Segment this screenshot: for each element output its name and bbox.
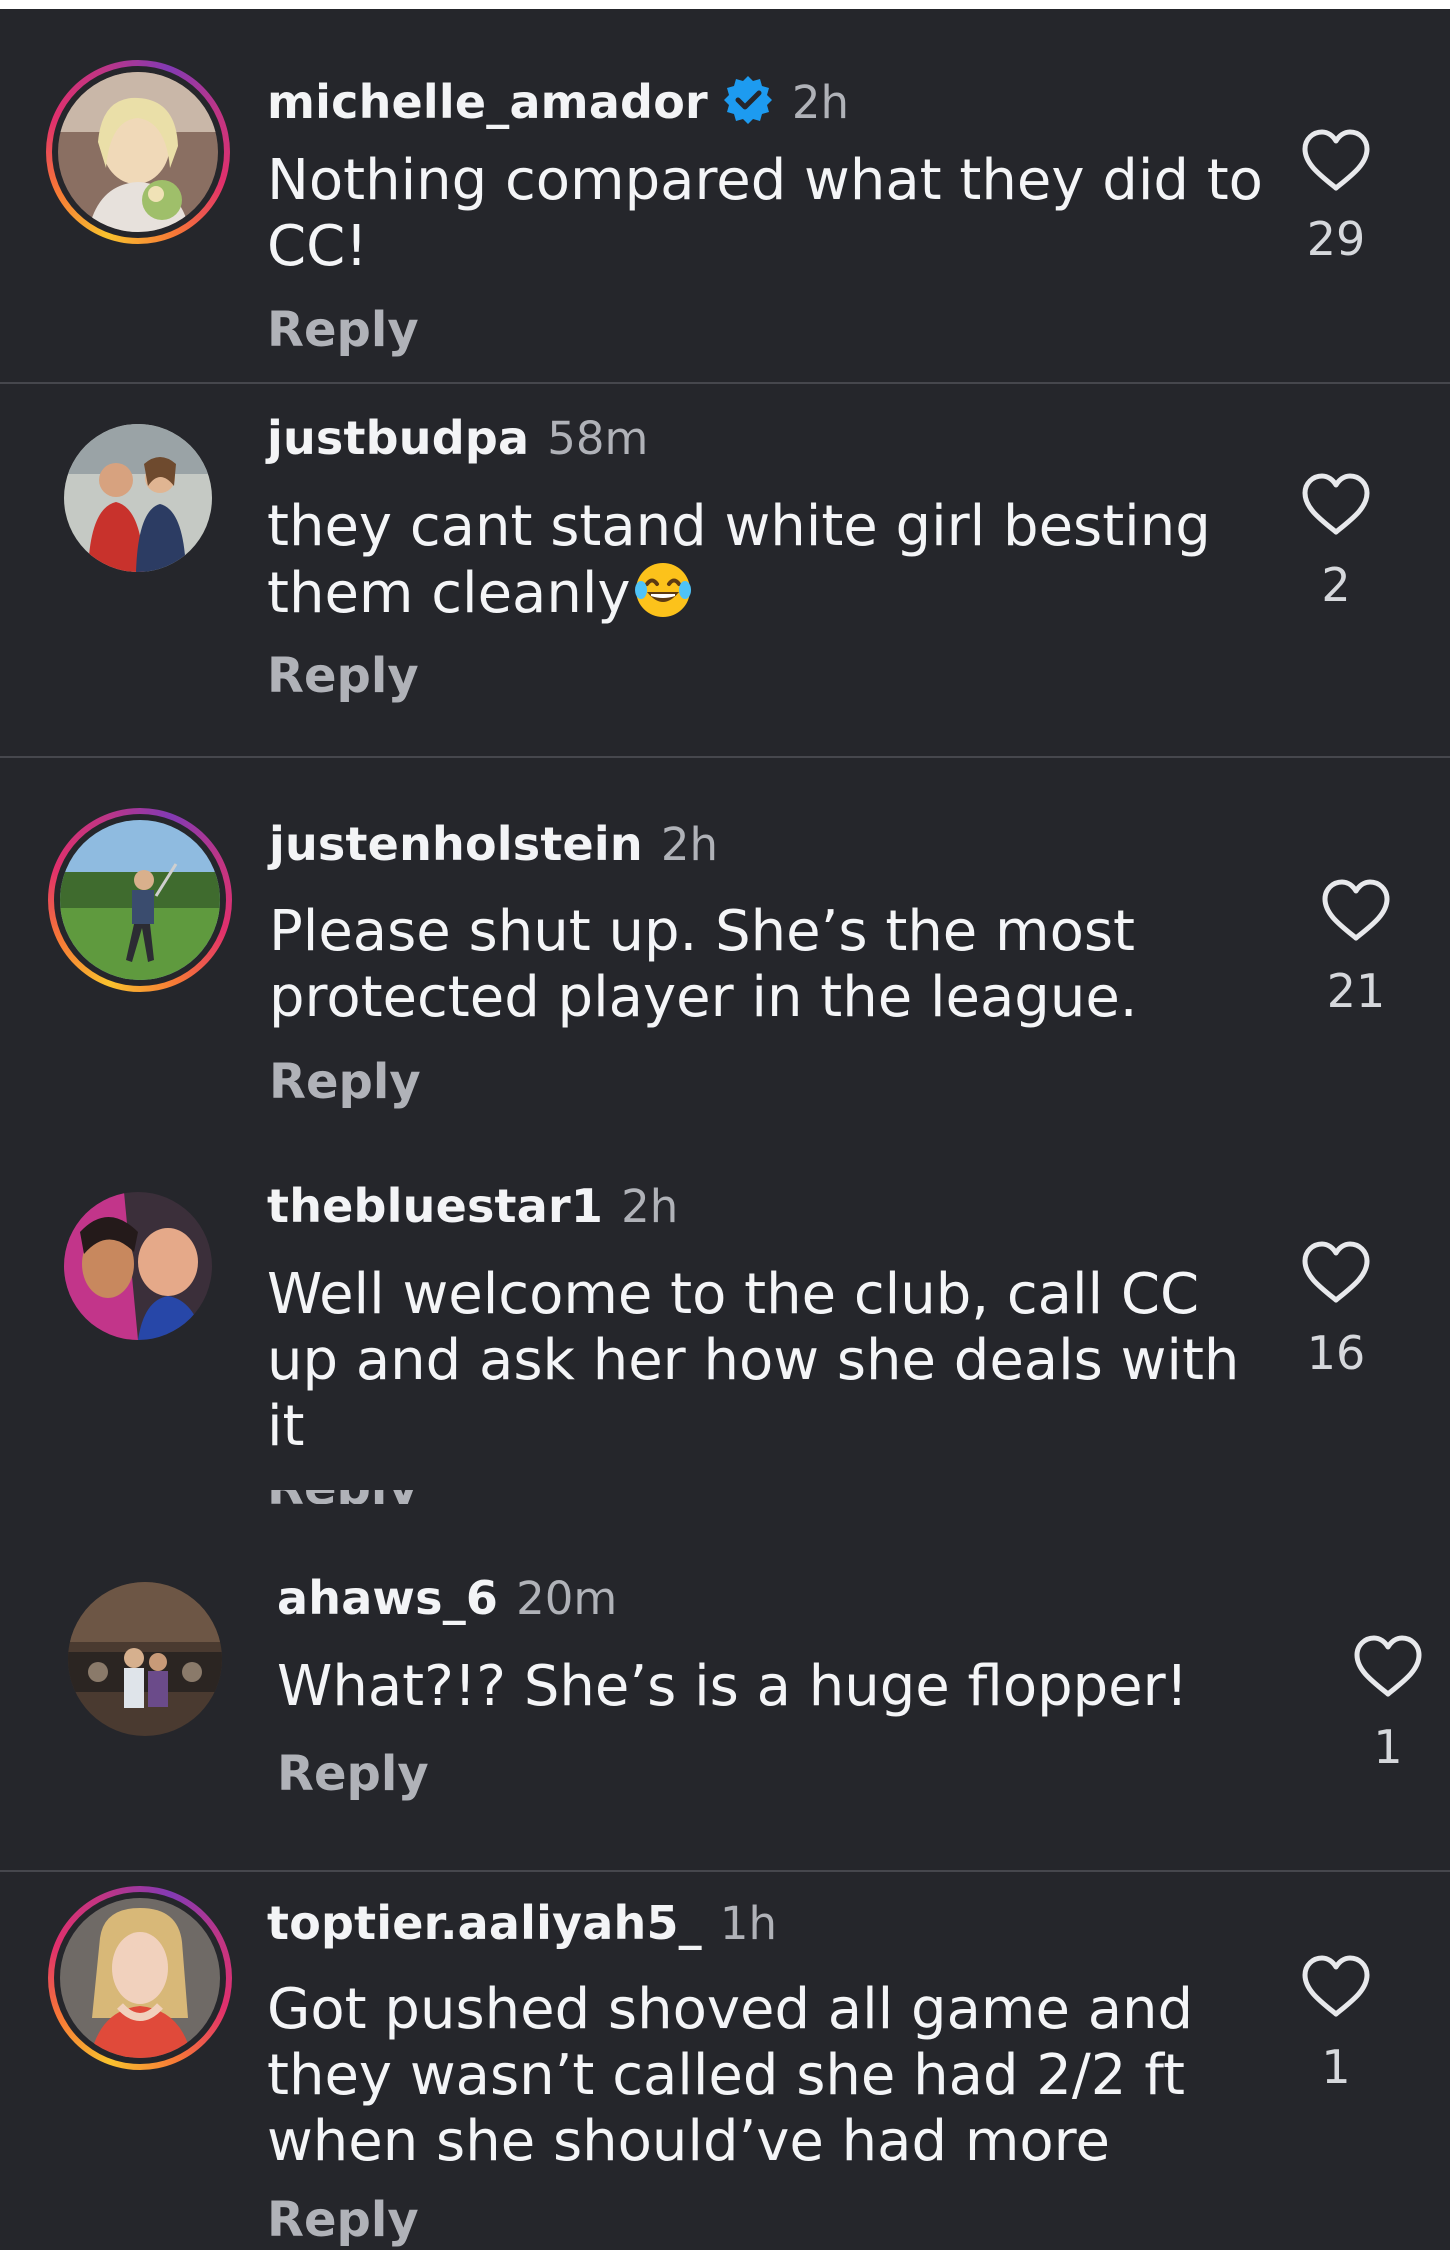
avatar[interactable] (60, 1898, 220, 2058)
heart-outline-icon[interactable] (1300, 472, 1372, 538)
reply-button[interactable]: Reply (269, 1054, 421, 1110)
avatar[interactable] (58, 72, 218, 232)
comment-time: 20m (516, 1572, 618, 1625)
comment-time: 1h (719, 1897, 778, 1950)
reply-button[interactable]: Reply (267, 648, 419, 704)
username[interactable]: toptier.aaliyah5_ (267, 1896, 702, 1950)
avatar[interactable] (60, 820, 220, 980)
heart-outline-icon[interactable] (1300, 128, 1372, 194)
avatar[interactable] (64, 424, 212, 572)
username[interactable]: ahaws_6 (277, 1571, 498, 1625)
comment-text: they cant stand white girl besting them … (267, 494, 1211, 626)
heart-outline-icon[interactable] (1300, 1240, 1372, 1306)
reply-button[interactable]: Reply (267, 1490, 419, 1504)
comment-text: Please shut up. She’s the most protected… (269, 899, 1138, 1030)
reply-button[interactable]: Reply (267, 2192, 419, 2248)
reply-button[interactable]: Reply (277, 1746, 429, 1802)
heart-outline-icon[interactable] (1352, 1634, 1424, 1700)
laughing-crying-emoji-icon (633, 560, 693, 620)
comment-text: What?!? She’s is a huge flopper! (277, 1654, 1189, 1719)
comment-time: 2h (791, 76, 850, 129)
like-count: 1 (1373, 1720, 1403, 1774)
like-count: 16 (1306, 1326, 1366, 1380)
like-count: 1 (1321, 2040, 1351, 2094)
divider (0, 756, 1450, 758)
heart-outline-icon[interactable] (1320, 878, 1392, 944)
like-count: 2 (1321, 558, 1351, 612)
comment-time: 58m (547, 412, 649, 465)
username[interactable]: michelle_amador (267, 75, 708, 129)
username[interactable]: thebluestar1 (267, 1179, 603, 1233)
comment-time: 2h (660, 818, 718, 871)
divider (0, 382, 1450, 384)
comment-text: Got pushed shoved all game and they wasn… (267, 1977, 1194, 2174)
avatar[interactable] (64, 1192, 212, 1340)
comment-text: Nothing compared what they did to CC! (267, 148, 1263, 279)
verified-badge-icon (722, 74, 774, 126)
comment-text: Well welcome to the club, call CC up and… (267, 1262, 1240, 1459)
reply-button[interactable]: Reply (267, 302, 419, 358)
divider (0, 1870, 1450, 1872)
top-edge (0, 0, 1450, 9)
username[interactable]: justbudpa (267, 411, 529, 465)
avatar[interactable] (68, 1582, 222, 1736)
comment-time: 2h (621, 1180, 679, 1233)
like-count: 21 (1326, 964, 1386, 1018)
like-count: 29 (1306, 212, 1366, 266)
heart-outline-icon[interactable] (1300, 1954, 1372, 2020)
username[interactable]: justenholstein (269, 817, 643, 871)
